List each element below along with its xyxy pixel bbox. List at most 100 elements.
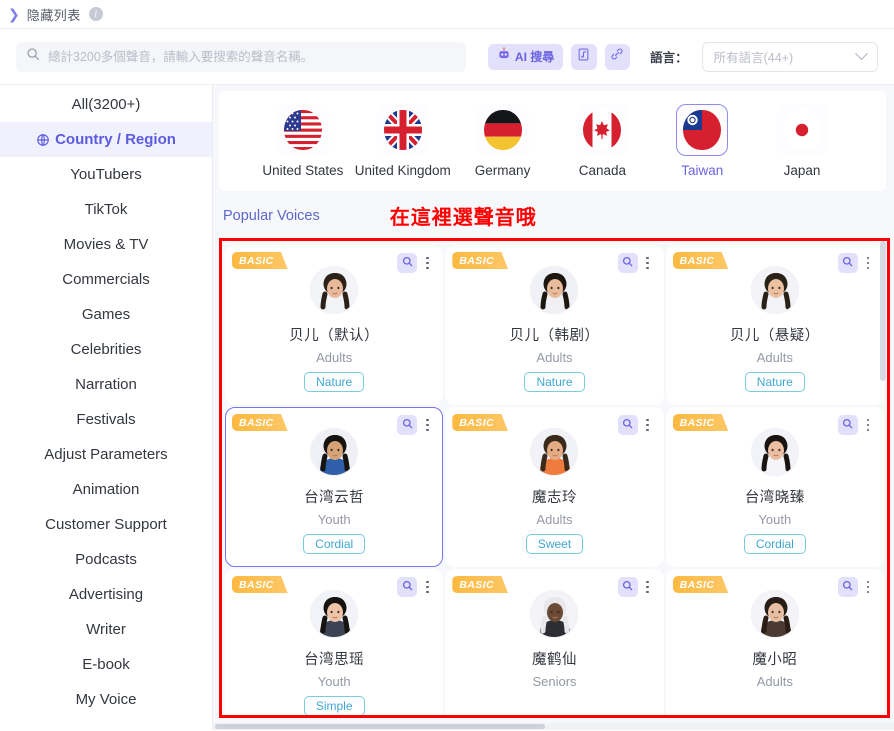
sidebar-item-country-region[interactable]: Country / Region [0, 122, 212, 157]
popular-voices-label[interactable]: Popular Voices [223, 208, 320, 224]
search-input[interactable] [48, 49, 456, 64]
more-options-button[interactable] [641, 415, 655, 435]
kebab-dot [426, 585, 429, 589]
preview-search-button[interactable] [837, 415, 858, 435]
more-options-button[interactable] [420, 253, 434, 273]
preview-search-button[interactable] [837, 577, 858, 597]
avatar [530, 428, 579, 476]
sidebar-item-commercials[interactable]: Commercials [0, 262, 212, 297]
voice-card[interactable]: BASIC 魔志玲 Adults Sweet [445, 407, 664, 567]
sidebar-item-customer-support[interactable]: Customer Support [0, 507, 212, 542]
more-options-button[interactable] [420, 415, 434, 435]
kebab-dot [866, 418, 870, 422]
ai-search-button[interactable]: AI 搜尋 [487, 43, 564, 70]
preview-search-button[interactable] [397, 577, 418, 597]
sidebar-item-e-book[interactable]: E-book [0, 647, 212, 682]
kebab-dot [426, 428, 429, 432]
hide-list-label[interactable]: 隐藏列表 [27, 5, 81, 24]
voice-name: 贝儿（悬疑） [729, 328, 820, 344]
language-label: 語言： [650, 51, 688, 65]
more-options-button[interactable] [861, 577, 875, 597]
flag-jp-icon [783, 110, 822, 150]
country-item-canada[interactable]: Canada [552, 104, 652, 178]
plan-badge: BASIC [232, 414, 288, 431]
horizontal-scrollbar[interactable] [213, 723, 894, 730]
card-actions [617, 415, 655, 435]
voice-card[interactable]: BASIC 魔小昭 Adults [665, 569, 884, 715]
card-actions [617, 577, 655, 597]
flag-tw-icon [683, 110, 722, 150]
search-icon [622, 416, 633, 434]
avatar [530, 590, 579, 638]
country-item-japan[interactable]: Japan [752, 104, 852, 178]
sidebar-item-animation[interactable]: Animation [0, 472, 212, 507]
country-item-united-kingdom[interactable]: United Kingdom [353, 104, 453, 178]
kebab-dot [426, 261, 429, 265]
language-select[interactable]: 所有語言(44+) [701, 41, 878, 72]
kebab-dot [866, 266, 870, 270]
country-item-taiwan[interactable]: Taiwan [652, 104, 752, 178]
preview-search-button[interactable] [617, 253, 638, 273]
voice-card[interactable]: BASIC 台湾晓臻 Youth Cordial [665, 407, 884, 567]
kebab-dot [866, 261, 870, 265]
voice-style-tag: Sweet [525, 534, 584, 554]
voice-card[interactable]: BASIC 台湾思瑶 Youth Simple [225, 569, 444, 715]
preview-search-button[interactable] [617, 415, 638, 435]
card-actions [397, 253, 434, 273]
search-box[interactable] [16, 41, 466, 72]
preview-search-button[interactable] [837, 253, 858, 273]
preview-search-button[interactable] [397, 415, 418, 435]
voice-card[interactable]: BASIC 贝儿（韩剧） Adults Nature [445, 245, 664, 405]
voice-card[interactable]: BASIC 贝儿（默认） Adults Nature [225, 245, 444, 405]
sidebar-item-youtubers[interactable]: YouTubers [0, 157, 212, 192]
voice-card[interactable]: BASIC 贝儿（悬疑） Adults Nature [665, 245, 884, 405]
preview-search-button[interactable] [397, 253, 418, 273]
sidebar-item-movies-tv[interactable]: Movies & TV [0, 227, 212, 262]
sidebar-item-my-voice[interactable]: My Voice [0, 682, 212, 717]
plan-badge: BASIC [672, 252, 729, 269]
more-options-button[interactable] [861, 253, 875, 273]
sidebar-item-narration[interactable]: Narration [0, 367, 212, 402]
sidebar-item-label: TikTok [84, 201, 128, 218]
more-options-button[interactable] [641, 577, 655, 597]
sidebar-item-podcasts[interactable]: Podcasts [0, 542, 212, 577]
kebab-dot [646, 256, 649, 260]
country-flag-chip [676, 104, 729, 156]
sidebar-item-label: My Voice [75, 691, 137, 708]
avatar [310, 590, 359, 638]
sidebar-item-games[interactable]: Games [0, 297, 212, 332]
voice-style-tag: Nature [744, 372, 805, 392]
sidebar-item-writer[interactable]: Writer [0, 612, 212, 647]
country-name: United Kingdom [354, 163, 451, 178]
popular-voices-header: Popular Voices 在這裡選聲音哦 [213, 191, 894, 238]
voice-style-tag: Nature [524, 372, 585, 392]
voice-age-group: Adults [316, 350, 353, 365]
more-options-button[interactable] [420, 577, 434, 597]
sidebar-item-advertising[interactable]: Advertising [0, 577, 212, 612]
voice-card[interactable]: BASIC 魔鹤仙 Seniors [445, 569, 664, 715]
search-icon [622, 578, 633, 596]
info-icon[interactable]: i [88, 7, 103, 21]
sidebar-item-celebrities[interactable]: Celebrities [0, 332, 212, 367]
country-item-united-states[interactable]: United States [253, 104, 353, 178]
plan-badge: BASIC [232, 576, 288, 593]
card-actions [397, 415, 434, 435]
sidebar-item-all-3200[interactable]: All(3200+) [0, 87, 212, 122]
voice-style-tag: Simple [303, 696, 365, 715]
chevron-right-icon[interactable]: ❯ [8, 7, 20, 21]
search-icon [842, 578, 854, 596]
link-button[interactable] [604, 43, 631, 70]
flag-uk-icon [383, 110, 422, 150]
country-item-germany[interactable]: Germany [453, 104, 553, 178]
music-note-button[interactable] [571, 43, 597, 70]
more-options-button[interactable] [641, 253, 655, 273]
sidebar-item-festivals[interactable]: Festivals [0, 402, 212, 437]
vertical-scrollbar[interactable] [880, 241, 886, 381]
voice-card[interactable]: BASIC 台湾云哲 Youth Cordial [225, 407, 444, 567]
more-options-button[interactable] [861, 415, 875, 435]
preview-search-button[interactable] [617, 577, 638, 597]
kebab-dot [646, 585, 649, 589]
sidebar-item-adjust-parameters[interactable]: Adjust Parameters [0, 437, 212, 472]
sidebar-item-tiktok[interactable]: TikTok [0, 192, 212, 227]
voice-name: 魔志玲 [531, 490, 577, 506]
